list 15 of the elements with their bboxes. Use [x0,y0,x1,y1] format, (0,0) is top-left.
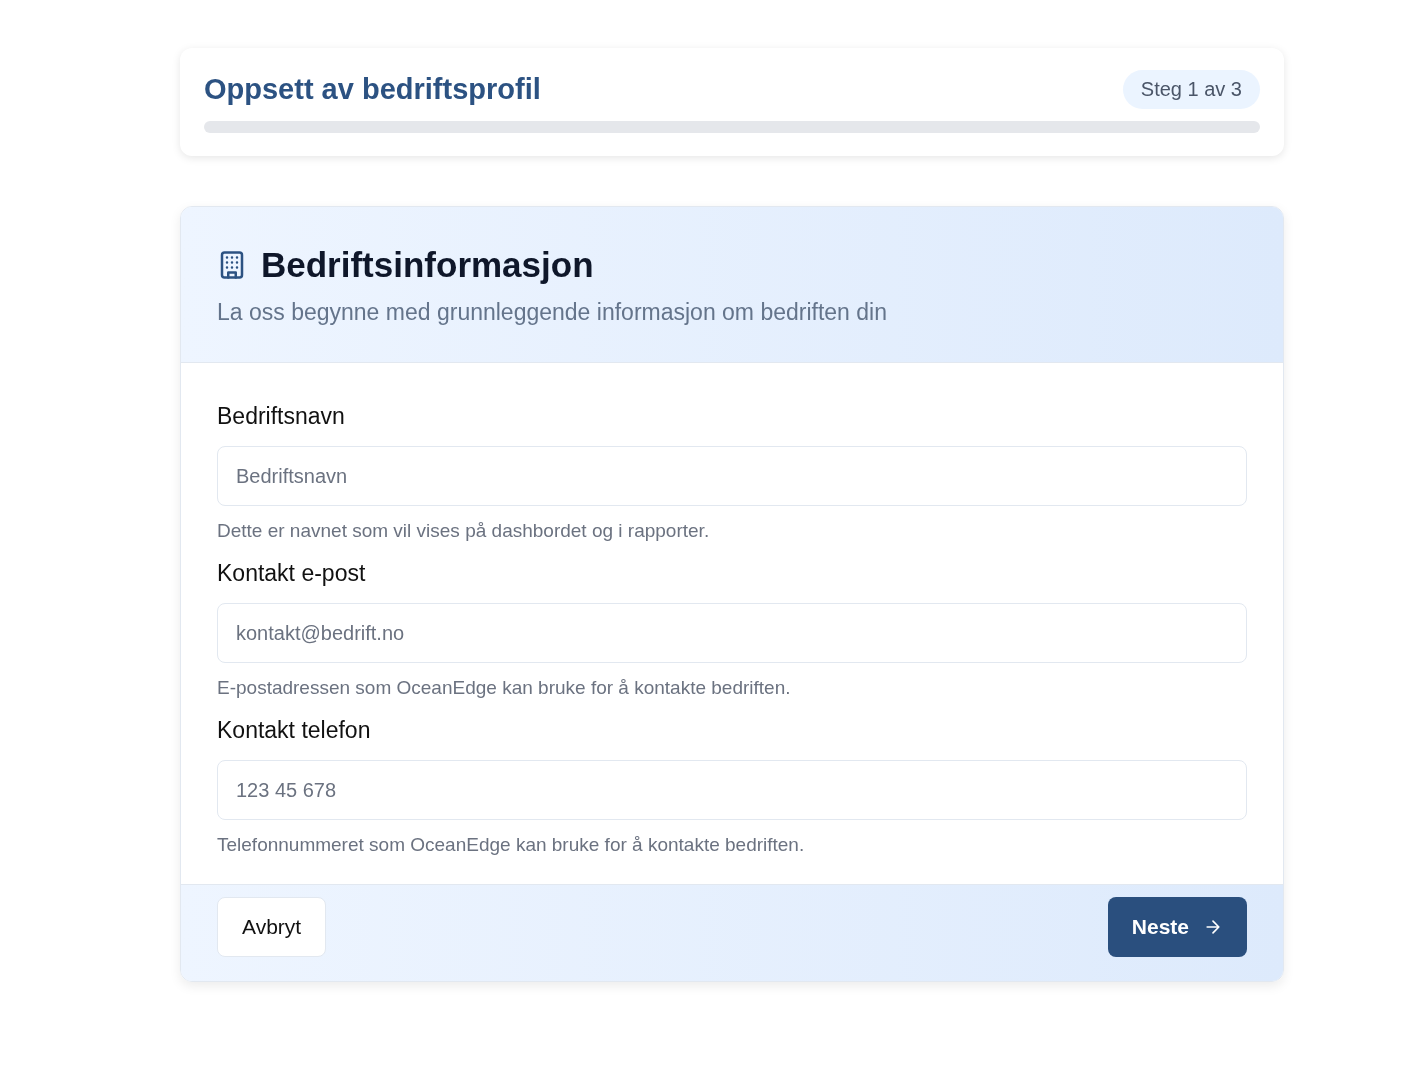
input-field[interactable]: 123 45 678 [217,760,1247,820]
page-title: Oppsett av bedriftsprofil [204,73,541,106]
input-field[interactable]: Bedriftsnavn [217,446,1247,506]
cancel-button[interactable]: Avbryt [217,897,327,957]
help-text: Telefonnummeret som OceanEdge kan bruke for å kontakte bedriften. [217,834,806,856]
help-text: Dette er navnet som vil vises på dashbordet og i rapporter. [217,520,711,542]
next-button[interactable]: Neste [1107,897,1247,957]
section-title: Bedriftsinformasjon [261,245,594,285]
field-label: Bedriftsnavn [217,403,346,430]
help-text: E-postadressen som OceanEdge kan bruke for å kontakte bedriften. [217,677,792,699]
field-label: Kontakt e-post [217,560,367,587]
step-badge: Steg 1 av 3 [1122,70,1260,109]
input-field[interactable]: kontakt@bedrift.no [217,603,1247,663]
field-label: Kontakt telefon [217,717,372,744]
section-subtitle: La oss begynne med grunnleggende informasjon om bedriften din [217,299,888,326]
